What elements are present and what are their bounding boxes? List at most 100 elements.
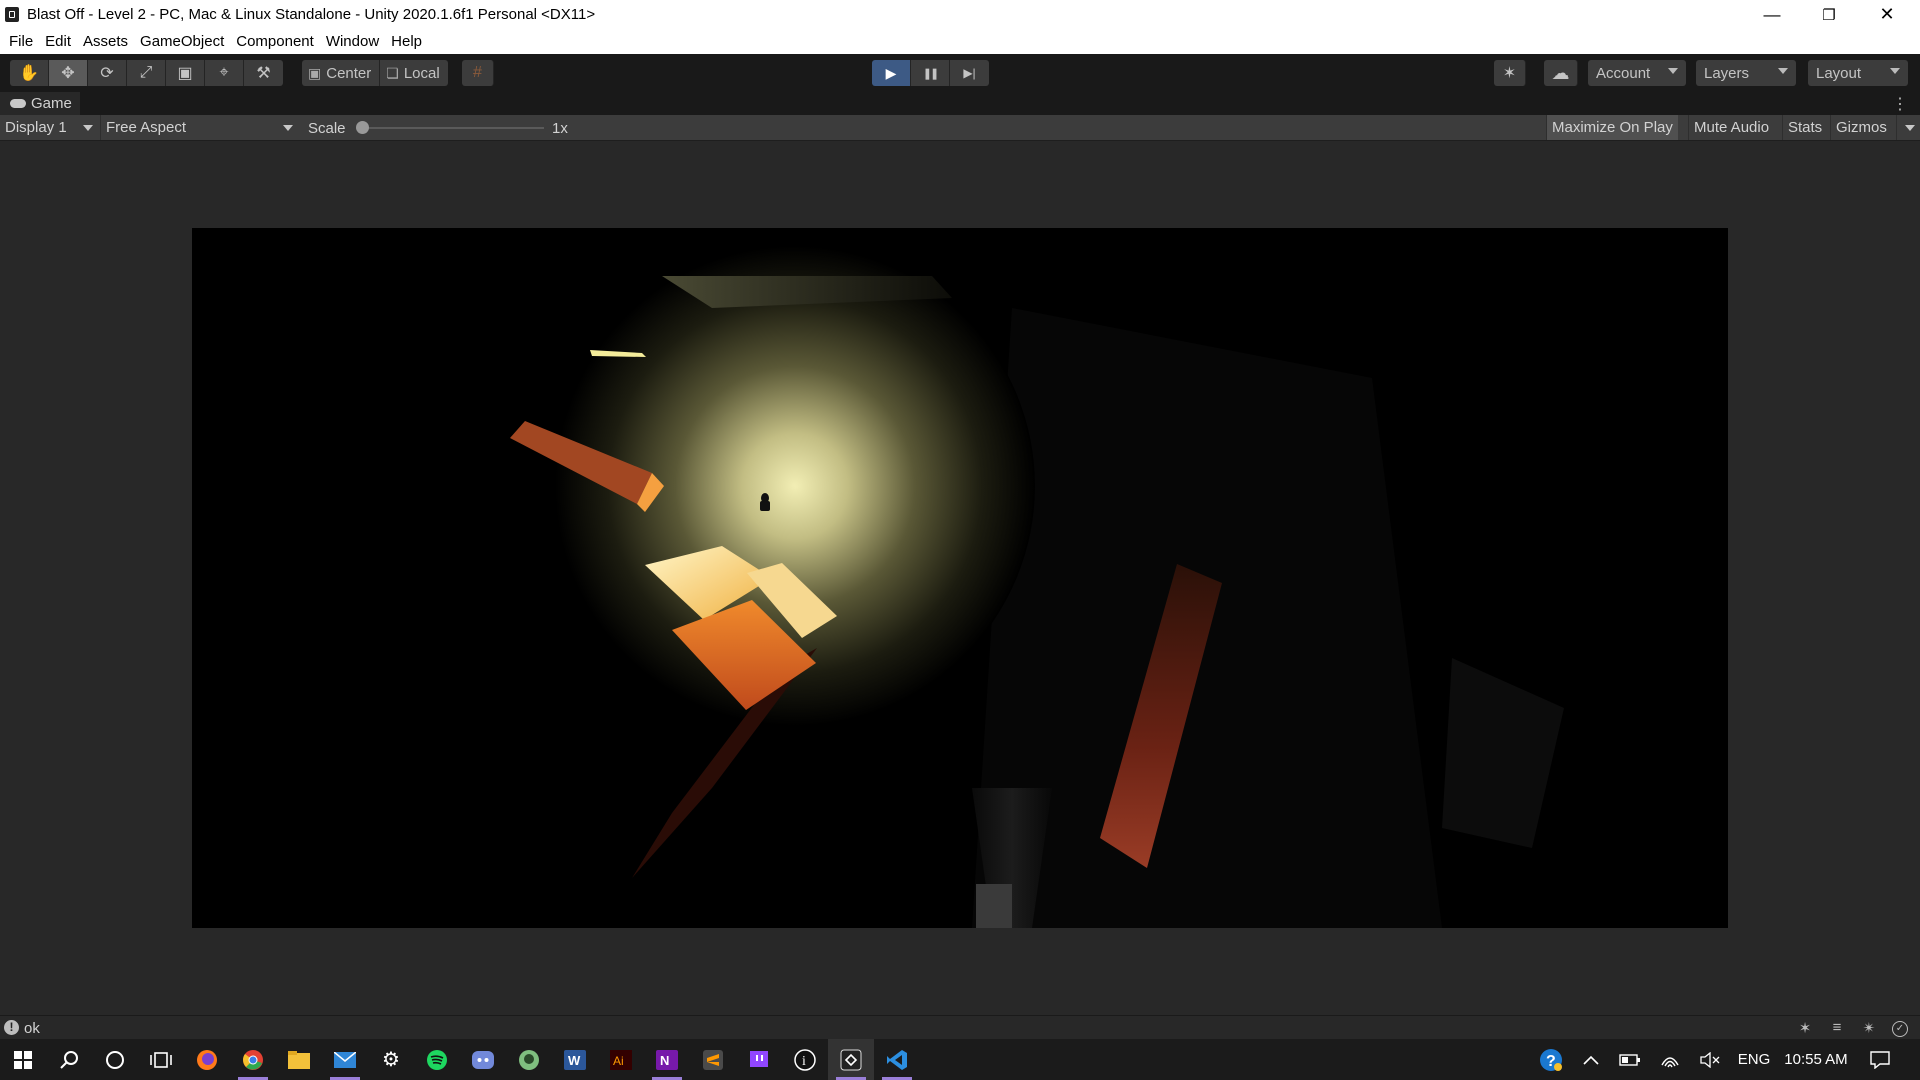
layout-dropdown[interactable]: Layout [1808, 60, 1908, 86]
search-icon[interactable] [46, 1039, 92, 1080]
tab-bar: Game ⋮ [0, 92, 1920, 115]
title-bar: Blast Off - Level 2 - PC, Mac & Linux St… [0, 0, 1920, 29]
chevron-down-icon [1668, 68, 1678, 74]
menu-window[interactable]: Window [320, 33, 385, 50]
scale-slider[interactable] [362, 127, 544, 129]
pivot-center-toggle[interactable]: ▣ Center [302, 60, 381, 86]
twitch-icon[interactable] [736, 1039, 782, 1080]
menu-edit[interactable]: Edit [39, 33, 77, 50]
layers-dropdown[interactable]: Layers [1696, 60, 1796, 86]
firefox-icon[interactable] [184, 1039, 230, 1080]
transform-tools: ✋ ✥ ⟳ ⤢ ▣ ⌖ ⚒ [10, 60, 283, 86]
game-viewport[interactable] [192, 228, 1728, 928]
menu-component[interactable]: Component [230, 33, 320, 50]
chevron-down-icon [1905, 125, 1915, 131]
rotate-tool-icon[interactable]: ⟳ [88, 60, 127, 86]
custom-tool-icon[interactable]: ⚒ [244, 60, 283, 86]
minimize-button[interactable]: — [1743, 0, 1801, 29]
svg-text:N: N [660, 1053, 669, 1068]
account-label: Account [1596, 64, 1651, 82]
svg-text:Ai: Ai [613, 1054, 624, 1068]
menu-gameobject[interactable]: GameObject [134, 33, 230, 50]
hand-tool-icon[interactable]: ✋ [10, 60, 49, 86]
word-icon[interactable]: W [552, 1039, 598, 1080]
game-view-toolbar: Display 1 Free Aspect Scale 1x Maximize … [0, 115, 1920, 141]
bug-icon[interactable]: ✶ [1796, 1019, 1814, 1037]
volume-muted-icon[interactable] [1694, 1039, 1726, 1080]
menu-help[interactable]: Help [385, 33, 428, 50]
play-button[interactable]: ▶ [872, 60, 911, 86]
restore-button[interactable]: ❐ [1800, 0, 1858, 29]
transform-tool-icon[interactable]: ⌖ [205, 60, 244, 86]
app-i-icon[interactable]: i [782, 1039, 828, 1080]
menu-bar: File Edit Assets GameObject Component Wi… [0, 29, 1920, 54]
check-icon[interactable]: ✓ [1892, 1021, 1908, 1037]
wifi-icon[interactable] [1654, 1039, 1686, 1080]
menu-assets[interactable]: Assets [77, 33, 134, 50]
maximize-on-play-toggle[interactable]: Maximize On Play [1546, 115, 1678, 140]
info-icon: ! [4, 1020, 19, 1035]
task-view-icon[interactable] [138, 1039, 184, 1080]
android-app-icon[interactable] [506, 1039, 552, 1080]
unity-taskbar-icon[interactable] [828, 1039, 874, 1080]
chevron-down-icon [1890, 68, 1900, 74]
step-button[interactable]: ▶| [950, 60, 989, 86]
language-indicator[interactable]: ENG [1734, 1039, 1774, 1080]
chevron-up-icon[interactable] [1576, 1039, 1606, 1080]
notifications-icon[interactable] [1862, 1039, 1898, 1080]
menu-file[interactable]: File [3, 33, 39, 50]
scale-tool-icon[interactable]: ⤢ [127, 60, 166, 86]
mute-audio-toggle[interactable]: Mute Audio [1688, 115, 1774, 140]
illustrator-icon[interactable]: Ai [598, 1039, 644, 1080]
clock[interactable]: 10:55 AM [1780, 1039, 1852, 1080]
sublime-text-icon[interactable] [690, 1039, 736, 1080]
close-button[interactable]: ✕ [1858, 0, 1916, 29]
unity-app-icon [5, 7, 19, 22]
windows-start-icon[interactable] [0, 1039, 46, 1080]
chevron-down-icon [283, 125, 293, 131]
aspect-label: Free Aspect [106, 119, 187, 136]
scale-value: 1x [552, 120, 568, 137]
help-icon[interactable]: ? [1534, 1039, 1568, 1080]
spotify-icon[interactable] [414, 1039, 460, 1080]
svg-text:W: W [568, 1053, 581, 1068]
onenote-icon[interactable]: N [644, 1039, 690, 1080]
more-options-icon[interactable]: ⋮ [1892, 94, 1908, 114]
account-dropdown[interactable]: Account [1588, 60, 1686, 86]
pause-button[interactable]: ❚❚ [911, 60, 950, 86]
discord-icon[interactable] [460, 1039, 506, 1080]
settings-gear-icon[interactable]: ⚙ [368, 1039, 414, 1080]
pivot-local-toggle[interactable]: ❏ Local [380, 60, 448, 86]
battery-icon[interactable] [1614, 1039, 1646, 1080]
tab-game-label: Game [31, 95, 72, 112]
window-title: Blast Off - Level 2 - PC, Mac & Linux St… [27, 6, 596, 23]
scale-label: Scale [308, 120, 346, 137]
layers-stack-icon[interactable]: ≡ [1828, 1019, 1846, 1037]
status-message[interactable]: ok [24, 1020, 40, 1037]
mail-icon[interactable] [322, 1039, 368, 1080]
gizmos-dropdown[interactable] [1896, 115, 1920, 140]
cortana-icon[interactable] [92, 1039, 138, 1080]
gizmos-toggle[interactable]: Gizmos [1830, 115, 1896, 140]
windows-taskbar: ⚙ W Ai N i ? ENG 10:55 AM [0, 1039, 1920, 1080]
auto-gen-lighting-icon[interactable]: ✴ [1860, 1019, 1878, 1037]
pivot-local-label: Local [403, 64, 440, 82]
vscode-icon[interactable] [874, 1039, 920, 1080]
display-dropdown[interactable]: Display 1 [0, 115, 98, 140]
tab-game[interactable]: Game [0, 92, 80, 115]
services-icon[interactable]: ✶ [1494, 60, 1526, 86]
aspect-dropdown[interactable]: Free Aspect [100, 115, 298, 140]
grid-snap-icon[interactable]: # [462, 60, 494, 86]
game-scene [192, 228, 1728, 928]
rect-tool-icon[interactable]: ▣ [166, 60, 205, 86]
cloud-icon[interactable]: ☁ [1544, 60, 1578, 86]
chevron-down-icon [1778, 68, 1788, 74]
move-tool-icon[interactable]: ✥ [49, 60, 88, 86]
scale-slider-thumb[interactable] [356, 121, 369, 134]
file-explorer-icon[interactable] [276, 1039, 322, 1080]
layers-label: Layers [1704, 64, 1750, 82]
stats-toggle[interactable]: Stats [1782, 115, 1827, 140]
chrome-icon[interactable] [230, 1039, 276, 1080]
svg-text:i: i [802, 1054, 806, 1069]
gamepad-icon [10, 99, 26, 108]
